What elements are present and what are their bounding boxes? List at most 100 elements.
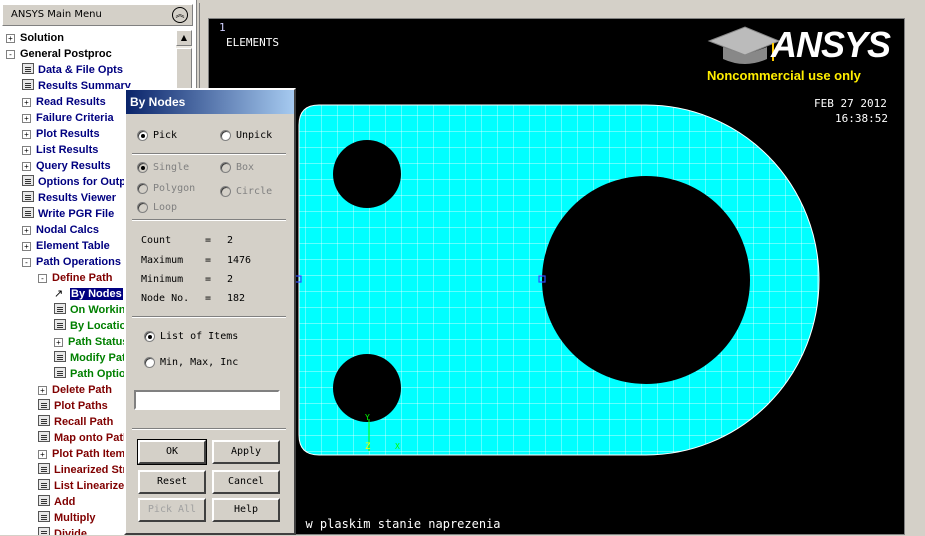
menu-item[interactable]: Plot Paths	[38, 398, 108, 414]
min-max-inc-radio[interactable]: Min, Max, Inc	[144, 357, 238, 368]
expand-plus-icon[interactable]: +	[22, 226, 31, 235]
collapse-minus-icon[interactable]: -	[6, 50, 15, 59]
menu-item[interactable]: ↗ By Nodes	[54, 286, 123, 302]
divider	[132, 428, 286, 430]
menu-item-label: List Results	[36, 144, 99, 156]
expand-plus-icon[interactable]: +	[22, 162, 31, 171]
pick-all-button[interactable]: Pick All	[138, 498, 206, 522]
menu-item[interactable]: Divide	[38, 526, 87, 535]
menu-command-icon	[38, 527, 50, 535]
menu-item[interactable]: - Define Path	[38, 270, 113, 286]
unpick-radio[interactable]: Unpick	[220, 130, 272, 141]
expand-plus-icon[interactable]: +	[22, 130, 31, 139]
ok-button[interactable]: OK	[137, 439, 207, 465]
menu-item[interactable]: Linearized Strs	[38, 462, 133, 478]
main-menu-title-bar: ANSYS Main Menu ︽	[2, 4, 193, 26]
expand-plus-icon[interactable]: +	[22, 98, 31, 107]
node-no-value: 182	[227, 293, 246, 304]
menu-item-label: Failure Criteria	[36, 112, 114, 124]
menu-item[interactable]: + Path Status	[54, 334, 129, 350]
graphics-window[interactable]: 1 ELEMENTS FEB 27 2012 16:38:52 : w plas…	[208, 18, 905, 535]
reset-button[interactable]: Reset	[138, 470, 206, 494]
collapse-minus-icon[interactable]: -	[22, 258, 31, 267]
menu-item[interactable]: - General Postproc	[6, 46, 112, 62]
menu-command-icon	[22, 207, 34, 218]
box-radio[interactable]: Box	[220, 162, 254, 173]
menu-item[interactable]: + Delete Path	[38, 382, 112, 398]
polygon-radio[interactable]: Polygon	[137, 183, 195, 194]
axis-y-label: Y	[365, 413, 370, 422]
loop-radio[interactable]: Loop	[137, 202, 177, 213]
menu-item-label: Query Results	[36, 160, 111, 172]
cancel-button[interactable]: Cancel	[212, 470, 280, 494]
mesh-body	[298, 104, 820, 456]
list-of-items-radio[interactable]: List of Items	[144, 331, 238, 342]
menu-item[interactable]: + Query Results	[22, 158, 111, 174]
radio-empty-icon	[137, 183, 148, 194]
menu-item-label: Define Path	[52, 272, 113, 284]
menu-item-label: Plot Paths	[54, 400, 108, 412]
menu-item[interactable]: + Nodal Calcs	[22, 222, 99, 238]
menu-item-label: Add	[54, 496, 76, 508]
menu-item-label: Delete Path	[52, 384, 112, 396]
menu-item[interactable]: Add	[38, 494, 75, 510]
count-label: Count	[141, 235, 172, 246]
double-chevron-up-icon[interactable]: ︽	[172, 7, 188, 23]
circle-radio[interactable]: Circle	[220, 186, 272, 197]
menu-item[interactable]: + Plot Results	[22, 126, 100, 142]
menu-item[interactable]: Map onto Path	[38, 430, 130, 446]
maximum-value: 1476	[227, 255, 252, 266]
menu-item[interactable]: Options for Output	[22, 174, 136, 190]
menu-command-icon	[38, 399, 50, 410]
menu-item[interactable]: + Solution	[6, 30, 64, 46]
menu-item[interactable]: - Path Operations	[22, 254, 121, 270]
pick-radio[interactable]: Pick	[137, 130, 177, 141]
menu-item[interactable]: Results Viewer	[22, 190, 116, 206]
menu-item[interactable]: + Read Results	[22, 94, 106, 110]
menu-item-label: Element Table	[36, 240, 110, 252]
collapse-minus-icon[interactable]: -	[38, 274, 47, 283]
expand-plus-icon[interactable]: +	[54, 338, 63, 347]
expand-plus-icon[interactable]: +	[22, 114, 31, 123]
maximum-label: Maximum	[141, 255, 184, 266]
menu-command-icon	[38, 431, 50, 442]
expand-plus-icon[interactable]: +	[22, 242, 31, 251]
expand-plus-icon[interactable]: +	[38, 386, 47, 395]
menu-item[interactable]: By Location	[54, 318, 133, 334]
help-button[interactable]: Help	[212, 498, 280, 522]
radio-dot-icon	[144, 331, 155, 342]
menu-item-label: Path Operations	[36, 256, 121, 268]
menu-item[interactable]: + Element Table	[22, 238, 110, 254]
menu-item-label: Options for Output	[38, 176, 137, 188]
single-radio[interactable]: Single	[137, 162, 189, 173]
menu-item[interactable]: Recall Path	[38, 414, 113, 430]
menu-item-label: Divide	[54, 528, 88, 535]
menu-item[interactable]: Results Summary	[22, 78, 131, 94]
menu-item[interactable]: Write PGR File	[22, 206, 114, 222]
menu-item[interactable]: + Failure Criteria	[22, 110, 114, 126]
menu-item[interactable]: + Plot Path Item	[38, 446, 125, 462]
menu-command-icon	[22, 175, 34, 186]
fe-mesh-plot[interactable]: Y Z X	[209, 19, 906, 536]
scroll-up-arrow-icon[interactable]: ▲	[176, 30, 192, 46]
menu-item[interactable]: Multiply	[38, 510, 96, 526]
pick-entry-field[interactable]	[134, 390, 280, 410]
menu-command-icon	[38, 479, 50, 490]
menu-item-label: Plot Path Item	[52, 448, 126, 460]
expand-plus-icon[interactable]: +	[38, 450, 47, 459]
menu-item[interactable]: Data & File Opts	[22, 62, 123, 78]
pick-arrow-icon: ↗	[54, 288, 64, 300]
menu-command-icon	[54, 303, 66, 314]
expand-plus-icon[interactable]: +	[6, 34, 15, 43]
menu-command-icon	[54, 319, 66, 330]
menu-item[interactable]: Modify Path	[54, 350, 132, 366]
apply-button[interactable]: Apply	[212, 440, 280, 464]
menu-command-icon	[22, 191, 34, 202]
expand-plus-icon[interactable]: +	[22, 146, 31, 155]
menu-item[interactable]: + List Results	[22, 142, 98, 158]
menu-command-icon	[38, 415, 50, 426]
menu-item-label: Linearized Strs	[54, 464, 133, 476]
menu-item[interactable]: List Linearized	[38, 478, 131, 494]
dialog-title[interactable]: By Nodes	[126, 90, 294, 114]
count-value: 2	[227, 235, 234, 246]
